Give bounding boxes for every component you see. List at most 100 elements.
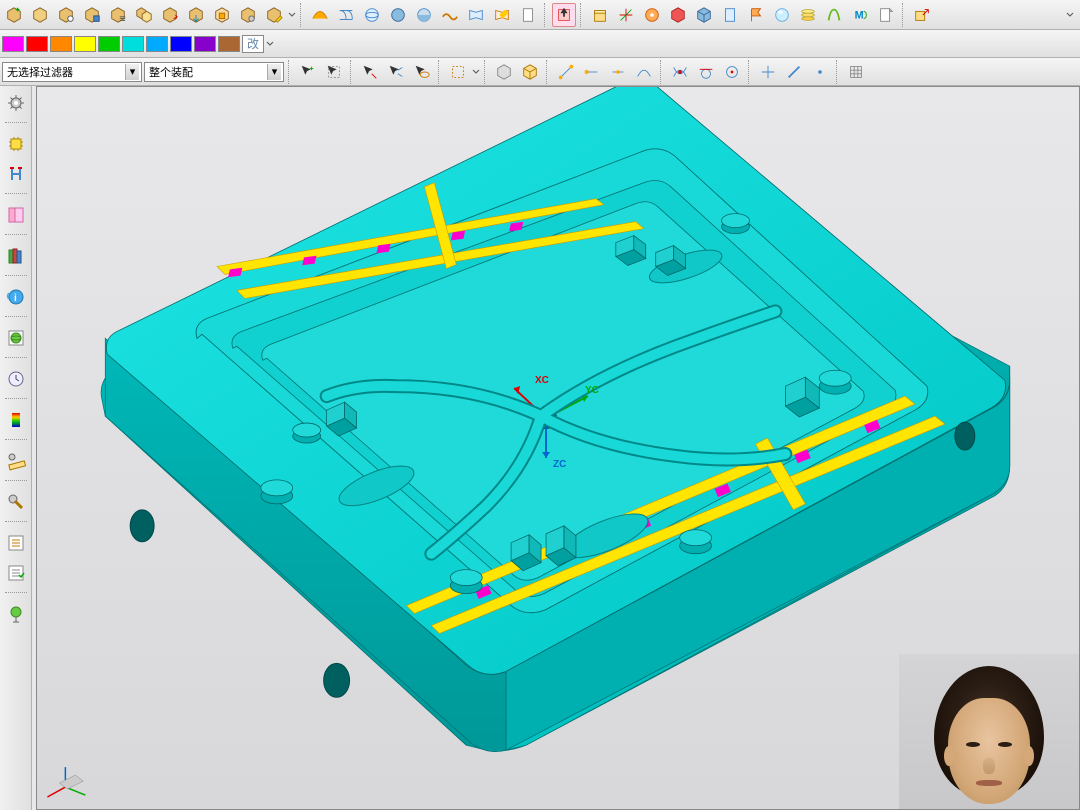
- surface-mesh-icon[interactable]: [334, 3, 358, 27]
- layout-pink-icon[interactable]: [3, 202, 29, 228]
- book-write-icon[interactable]: [490, 3, 514, 27]
- snap-point-icon[interactable]: [808, 60, 832, 84]
- m-script-icon[interactable]: M: [848, 3, 872, 27]
- box-3d-icon[interactable]: [492, 60, 516, 84]
- color-blue[interactable]: [170, 36, 192, 52]
- separator: [300, 3, 304, 27]
- modify-color-button[interactable]: 改: [242, 35, 264, 53]
- measure-icon[interactable]: [3, 448, 29, 474]
- color-magenta[interactable]: [2, 36, 24, 52]
- page-turn-icon[interactable]: [874, 3, 898, 27]
- sphere-half-icon[interactable]: [412, 3, 436, 27]
- snap-intersect-icon[interactable]: [668, 60, 692, 84]
- flag-orange-icon[interactable]: [744, 3, 768, 27]
- chevron-down-icon[interactable]: [472, 68, 480, 76]
- separator: [5, 275, 27, 278]
- cube-wrench-icon[interactable]: [236, 3, 260, 27]
- separator: [438, 60, 442, 84]
- chevron-down-icon[interactable]: [288, 11, 296, 19]
- cursor-lasso-icon[interactable]: [410, 60, 434, 84]
- cube-save-icon[interactable]: [80, 3, 104, 27]
- person-face: [948, 698, 1030, 804]
- cursor-plus-icon[interactable]: [296, 60, 320, 84]
- cube-open-icon[interactable]: [54, 3, 78, 27]
- page-icon[interactable]: [516, 3, 540, 27]
- sphere-wire-icon[interactable]: [360, 3, 384, 27]
- snap-line-icon[interactable]: [782, 60, 806, 84]
- color-orange[interactable]: [50, 36, 72, 52]
- cursor-arrow-icon[interactable]: [358, 60, 382, 84]
- gradient-icon[interactable]: [3, 407, 29, 433]
- gear-icon[interactable]: [3, 90, 29, 116]
- cube-group-icon[interactable]: [132, 3, 156, 27]
- cube-anchor-icon[interactable]: [210, 3, 234, 27]
- snap-center-icon[interactable]: [720, 60, 744, 84]
- color-purple[interactable]: [194, 36, 216, 52]
- book-open-icon[interactable]: [464, 3, 488, 27]
- surface-wave-icon[interactable]: [438, 3, 462, 27]
- list-check-icon[interactable]: [3, 560, 29, 586]
- color-lightblue[interactable]: [146, 36, 168, 52]
- filter-dropdown[interactable]: 无选择过滤器 ▾: [2, 62, 142, 82]
- snap-tangent-icon[interactable]: [694, 60, 718, 84]
- toolbar-row-colors: 改: [0, 30, 1080, 58]
- marquee-icon[interactable]: [446, 60, 470, 84]
- snap-end-icon[interactable]: [580, 60, 604, 84]
- stack-yellow-icon[interactable]: [796, 3, 820, 27]
- circle-dot-icon[interactable]: [640, 3, 664, 27]
- grid-icon[interactable]: [844, 60, 868, 84]
- snap-mid-icon[interactable]: [606, 60, 630, 84]
- chip-yellow-icon[interactable]: [3, 131, 29, 157]
- separator: [5, 357, 27, 360]
- cursor-branch-icon[interactable]: [384, 60, 408, 84]
- info-blue-icon[interactable]: i: [3, 284, 29, 310]
- cube-red-icon[interactable]: [666, 3, 690, 27]
- ball-green-icon[interactable]: [3, 601, 29, 627]
- scope-dropdown[interactable]: 整个装配 ▾: [144, 62, 284, 82]
- snap-curve-icon[interactable]: [632, 60, 656, 84]
- 3d-viewport[interactable]: XC YC ZC X Y: [36, 86, 1080, 810]
- rope-green-icon[interactable]: [822, 3, 846, 27]
- separator: [546, 60, 550, 84]
- box-gift-icon[interactable]: [588, 3, 612, 27]
- clock-icon[interactable]: [3, 366, 29, 392]
- sphere-solid-icon[interactable]: [386, 3, 410, 27]
- separator: [350, 60, 354, 84]
- books-icon[interactable]: [3, 243, 29, 269]
- chevron-down-icon[interactable]: [266, 40, 274, 48]
- color-yellow[interactable]: [74, 36, 96, 52]
- cube-shaded-icon[interactable]: [692, 3, 716, 27]
- color-brown[interactable]: [218, 36, 240, 52]
- sphere-glass-icon[interactable]: [770, 3, 794, 27]
- axis-plus-icon[interactable]: [614, 3, 638, 27]
- cube-list-icon[interactable]: [106, 3, 130, 27]
- cube-new-icon[interactable]: [28, 3, 52, 27]
- list-lines-icon[interactable]: [3, 530, 29, 556]
- box-iso-icon[interactable]: [518, 60, 542, 84]
- cube-edit-icon[interactable]: [262, 3, 286, 27]
- color-cyan[interactable]: [122, 36, 144, 52]
- snap-diag-icon[interactable]: [554, 60, 578, 84]
- axis-yc-label: YC: [585, 385, 599, 396]
- clamp-blue-icon[interactable]: [3, 161, 29, 187]
- cube-export-icon[interactable]: [158, 3, 182, 27]
- filter-dropdown-value: 无选择过滤器: [7, 64, 125, 80]
- snap-perp-icon[interactable]: [756, 60, 780, 84]
- cube-plus-icon[interactable]: [2, 3, 26, 27]
- overflow-chevron-icon[interactable]: [1066, 11, 1074, 19]
- wrench-gear-icon[interactable]: [3, 489, 29, 515]
- separator: [288, 60, 292, 84]
- globe-icon[interactable]: [3, 325, 29, 351]
- cube-ref-icon[interactable]: [184, 3, 208, 27]
- color-green[interactable]: [98, 36, 120, 52]
- chevron-down-icon: ▾: [125, 64, 139, 80]
- select-box-icon[interactable]: [322, 60, 346, 84]
- separator: [5, 122, 27, 125]
- color-red[interactable]: [26, 36, 48, 52]
- axis-zc-label: ZC: [553, 459, 566, 470]
- left-toolbar: i: [0, 86, 32, 810]
- box-export-icon[interactable]: [910, 3, 934, 27]
- page-blue-icon[interactable]: [718, 3, 742, 27]
- square-cursor-icon[interactable]: [552, 3, 576, 27]
- surface-curved-icon[interactable]: [308, 3, 332, 27]
